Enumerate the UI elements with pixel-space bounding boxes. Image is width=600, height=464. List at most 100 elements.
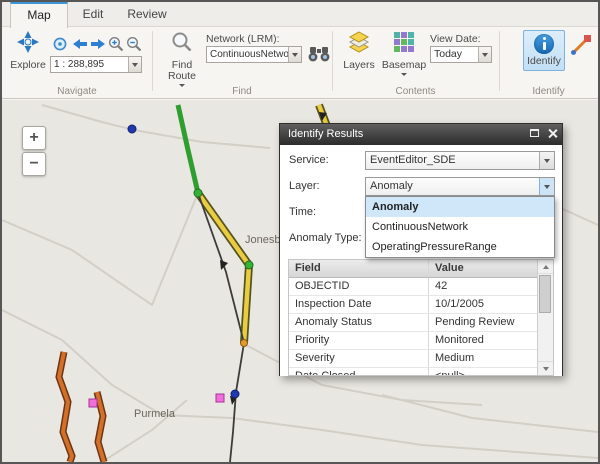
scale-value: 1 : 288,895 [51,57,128,72]
find-route-button[interactable]: Find Route [160,31,204,87]
road-black[interactable] [198,193,244,462]
layer-dropdown-list: Anomaly ContinuousNetwork OperatingPress… [365,196,555,258]
layers-icon [348,31,370,58]
point-markers[interactable] [89,125,253,407]
value-cell: Monitored [429,332,537,349]
network-lrm-dropdown-arrow[interactable] [288,47,301,62]
field-cell: Date Closed [289,368,429,376]
value-cell: 10/1/2005 [429,296,537,313]
table-row[interactable]: Inspection Date 10/1/2005 [289,296,537,314]
panel-title-bar[interactable]: Identify Results [280,124,562,145]
scroll-down-icon[interactable] [538,361,553,375]
explore-button[interactable]: Explore [8,31,48,71]
pink-square-marker [216,394,224,402]
binoculars-icon[interactable] [308,45,330,63]
pink-square-marker [89,399,97,407]
zoom-out-icon[interactable] [126,36,142,52]
dropdown-option-operatingpressurerange[interactable]: OperatingPressureRange [366,237,554,257]
value-column-header[interactable]: Value [429,260,537,277]
back-arrow-icon[interactable] [72,36,88,52]
dropdown-option-continuousnetwork[interactable]: ContinuousNetwork [366,217,554,237]
lrs-tool-icon[interactable] [570,34,592,56]
layer-value: Anomaly [366,178,539,195]
group-separator [152,31,153,91]
field-column-header[interactable]: Field [289,260,429,277]
layer-label: Layer: [289,177,320,196]
scroll-up-icon[interactable] [538,260,553,274]
layers-label: Layers [343,60,375,71]
value-cell: 42 [429,278,537,295]
field-cell: Anomaly Status [289,314,429,331]
value-cell: Medium [429,350,537,367]
tab-review[interactable]: Review [118,2,176,27]
view-date-label: View Date: [430,33,481,45]
forward-arrow-icon[interactable] [90,36,106,52]
blue-point-marker [231,390,239,398]
time-label: Time: [289,203,316,222]
field-cell: OBJECTID [289,278,429,295]
table-row[interactable]: Date Closed <null> [289,368,537,376]
table-row[interactable]: Priority Monitored [289,332,537,350]
anomaly-type-label: Anomaly Type: [289,229,362,248]
find-route-magnifier-icon [171,31,193,58]
view-date-dropdown-arrow[interactable] [478,47,491,62]
scrollbar-thumb[interactable] [539,275,551,313]
identify-results-panel: Identify Results Service: EventEditor_SD… [279,123,563,376]
field-cell: Severity [289,350,429,367]
service-combobox[interactable]: EventEditor_SDE [365,151,555,170]
maximize-icon[interactable] [530,129,539,137]
green-point-marker [194,189,202,197]
road-green[interactable] [178,105,198,193]
table-scrollbar[interactable] [537,260,553,375]
table-row[interactable]: Severity Medium [289,350,537,368]
application-window: Map Edit Review Explore [0,0,600,464]
value-cell: <null> [429,368,537,376]
ribbon-tab-bar: Map Edit Review [2,2,598,27]
scale-combobox[interactable]: 1 : 288,895 [50,56,142,73]
layer-combobox[interactable]: Anomaly [365,177,555,196]
identify-group-label: Identify [499,86,598,97]
field-cell: Priority [289,332,429,349]
basemap-dropdown-caret [401,73,407,76]
group-separator [332,31,333,91]
previous-extent-icon[interactable] [52,36,68,52]
table-row[interactable]: Anomaly Status Pending Review [289,314,537,332]
green-point-marker [245,261,253,269]
view-date-combobox[interactable]: Today [430,46,492,63]
service-dropdown-arrow[interactable] [539,152,554,169]
table-header-row: Field Value [289,260,537,278]
network-lrm-label: Network (LRM): [206,33,280,45]
map-zoom-out-button[interactable]: − [22,152,46,176]
layers-button[interactable]: Layers [340,31,378,71]
view-date-value: Today [431,47,478,62]
zoom-in-icon[interactable] [108,36,124,52]
panel-title: Identify Results [288,128,363,140]
find-group-label: Find [152,86,332,97]
layer-dropdown-arrow[interactable] [539,178,554,195]
attribute-table: Field Value OBJECTID 42 Inspection Date … [288,259,554,376]
basemap-label: Basemap [382,60,426,71]
contents-group-label: Contents [332,86,499,97]
orange-point-marker [241,340,248,347]
explore-compass-icon [17,31,39,58]
identify-button[interactable]: Identify [523,30,565,71]
panel-body: Service: EventEditor_SDE Layer: Anomaly … [280,145,562,376]
dropdown-option-anomaly[interactable]: Anomaly [366,197,554,217]
ribbon: Explore [2,28,598,99]
service-value: EventEditor_SDE [366,152,539,169]
field-cell: Inspection Date [289,296,429,313]
close-icon[interactable] [547,128,557,138]
navigate-group-label: Navigate [2,86,152,97]
basemap-icon [393,31,415,58]
explore-label: Explore [10,60,46,71]
place-label-purmela: Purmela [134,408,175,420]
service-label: Service: [289,151,329,170]
identify-label: Identify [527,56,561,67]
map-zoom-in-button[interactable]: + [22,126,46,150]
network-lrm-combobox[interactable]: ContinuousNetwork [206,46,302,63]
basemap-button[interactable]: Basemap [382,31,426,76]
tab-edit[interactable]: Edit [68,2,118,27]
table-row[interactable]: OBJECTID 42 [289,278,537,296]
scale-dropdown-arrow[interactable] [128,57,141,72]
tab-map[interactable]: Map [10,2,68,28]
